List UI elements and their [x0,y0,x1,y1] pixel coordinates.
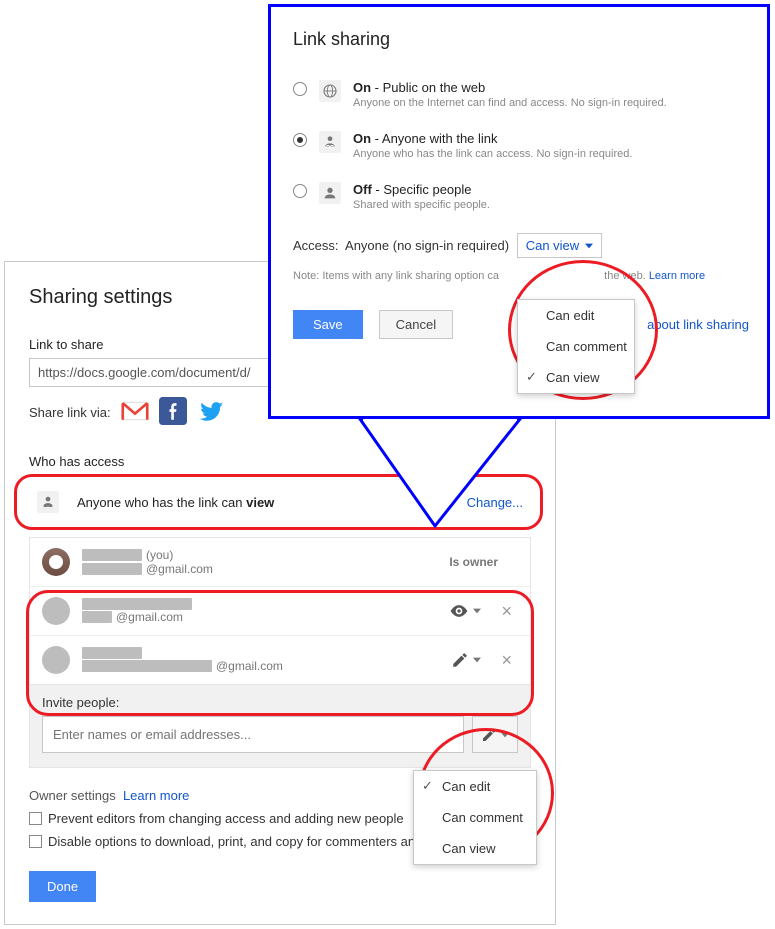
email-suffix: @gmail.com [216,659,283,673]
learn-about-link-sharing-link[interactable]: about link sharing [647,317,749,332]
option-subtitle: Shared with specific people. [353,199,490,211]
link-icon [37,491,59,513]
dropdown-item-can-edit[interactable]: Can edit [518,300,634,331]
avatar [42,646,70,674]
redacted-email [82,660,212,672]
pencil-icon [481,727,497,743]
checkbox-icon [29,812,42,825]
owner-settings-learn-more-link[interactable]: Learn more [123,788,189,803]
remove-person-button[interactable]: × [495,601,518,622]
dropdown-item-can-edit[interactable]: Can edit [414,771,536,802]
redacted-email [82,563,142,575]
change-link[interactable]: Change... [467,495,523,510]
gmail-icon[interactable] [121,397,149,428]
people-list: (you) @gmail.com Is owner @gmail.com × [29,537,531,685]
email-suffix: @gmail.com [146,562,213,576]
note-text-2: the web. [604,270,649,282]
dropdown-item-can-comment[interactable]: Can comment [518,331,634,362]
invite-dropdown-menu: Can edit Can comment Can view [413,770,537,865]
link-sharing-option-specific[interactable]: Off - Specific people Shared with specif… [293,182,749,211]
who-has-access-label: Who has access [29,454,531,469]
share-link-via-label: Share link via: [29,405,111,420]
option-subtitle: Anyone on the Internet can find and acce… [353,97,667,109]
note-text-1: Note: Items with any link sharing option… [293,270,499,282]
link-sharing-option-anyone-link[interactable]: On - Anyone with the link Anyone who has… [293,131,749,160]
option-title-bold: On [353,131,371,146]
option-title-bold: Off [353,182,372,197]
save-button[interactable]: Save [293,310,363,339]
dropdown-item-can-view[interactable]: Can view [414,833,536,864]
cancel-button[interactable]: Cancel [379,310,453,339]
owner-label: Is owner [449,555,498,569]
caret-down-icon [585,242,593,250]
dropdown-item-can-comment[interactable]: Can comment [414,802,536,833]
link-access-text: Anyone who has the link can view [77,495,467,510]
avatar [42,548,70,576]
note-line: Note: Items with any link sharing option… [293,270,749,282]
caret-down-icon [501,731,509,739]
person-link-icon [319,131,341,153]
radio-icon [293,82,307,96]
option-title-rest: - Anyone with the link [371,131,497,146]
option-subtitle: Anyone who has the link can access. No s… [353,148,632,160]
link-sharing-title: Link sharing [293,29,749,50]
person-row-owner: (you) @gmail.com Is owner [30,538,530,587]
checkbox-label: Disable options to download, print, and … [48,834,470,849]
done-button[interactable]: Done [29,871,96,902]
invite-input[interactable] [42,716,464,753]
note-learn-more-link[interactable]: Learn more [649,270,705,282]
permission-dropdown-view[interactable] [449,601,481,621]
avatar [42,597,70,625]
owner-settings-label: Owner settings [29,788,116,803]
link-access-permission: view [246,495,274,510]
invite-people-block: Invite people: [29,685,531,768]
option-title-bold: On [353,80,371,95]
person-row: @gmail.com × [30,587,530,636]
person-icon [319,182,341,204]
email-suffix: @gmail.com [116,610,183,624]
facebook-icon[interactable] [159,397,187,428]
redacted-name [82,598,192,610]
access-who: Anyone (no sign-in required) [345,238,509,253]
invite-people-label: Invite people: [42,695,518,710]
link-sharing-option-public[interactable]: On - Public on the web Anyone on the Int… [293,80,749,109]
you-suffix: (you) [146,548,173,562]
radio-icon-checked [293,133,307,147]
permission-dropdown-edit[interactable] [451,651,481,669]
twitter-icon[interactable] [197,397,225,428]
option-title-rest: - Specific people [372,182,472,197]
invite-permission-dropdown[interactable] [472,716,518,753]
redacted-name [82,549,142,561]
remove-person-button[interactable]: × [495,650,518,671]
access-dropdown-value: Can view [526,238,579,253]
person-row: @gmail.com × [30,636,530,684]
globe-icon [319,80,341,102]
caret-down-icon [473,607,481,615]
caret-down-icon [473,656,481,664]
redacted-name [82,647,142,659]
option-title-rest: - Public on the web [371,80,485,95]
access-line: Access: Anyone (no sign-in required) Can… [293,233,749,258]
dropdown-item-can-view[interactable]: Can view [518,362,634,393]
checkbox-label: Prevent editors from changing access and… [48,811,404,826]
link-access-row: Anyone who has the link can view Change.… [29,475,531,529]
access-label: Access: [293,238,339,253]
checkbox-icon [29,835,42,848]
redacted-email [82,611,112,623]
link-access-prefix: Anyone who has the link can [77,495,246,510]
radio-icon [293,184,307,198]
access-dropdown-menu: Can edit Can comment Can view [517,299,635,394]
access-dropdown[interactable]: Can view [517,233,602,258]
